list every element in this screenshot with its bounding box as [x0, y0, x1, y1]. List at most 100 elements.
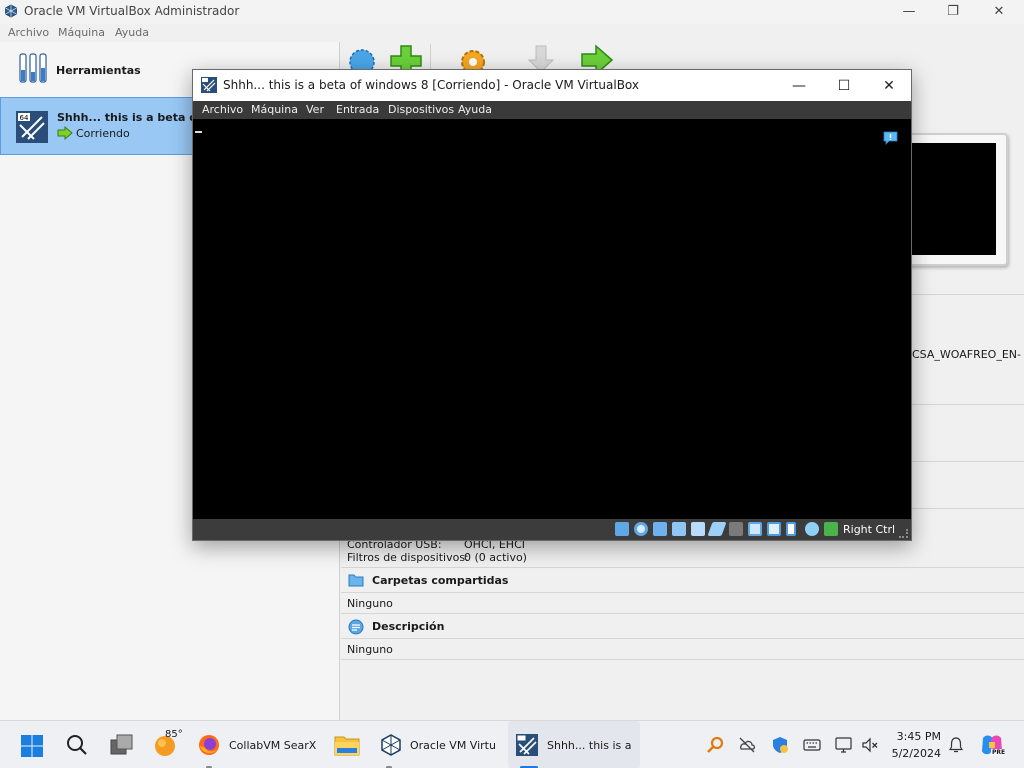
manager-minimize-button[interactable]: —	[886, 0, 932, 22]
start-button[interactable]	[10, 721, 54, 768]
shared-folder-status-icon[interactable]	[729, 522, 743, 536]
weather-widget[interactable]: 85°	[148, 721, 192, 768]
vm-statusbar: Right Ctrl	[193, 519, 911, 540]
shared-folders-value: Ninguno	[347, 597, 393, 610]
firefox-icon	[199, 735, 219, 755]
details-separator	[912, 404, 1024, 405]
details-partial-text: CSA_WOAFREO_EN-	[912, 348, 1021, 361]
hard-disk-icon[interactable]	[615, 522, 629, 536]
taskbar: 85° CollabVM SearX Oracle VM Virtu Shhh.…	[0, 720, 1024, 768]
usb-icon[interactable]	[707, 522, 727, 536]
vm-menu-ver[interactable]: Ver	[306, 103, 324, 116]
keyboard-icon[interactable]	[803, 736, 821, 754]
taskbar-app-label: CollabVM SearX	[229, 739, 316, 752]
description-value: Ninguno	[347, 643, 393, 656]
speaker-muted-icon[interactable]	[861, 736, 879, 754]
vm-titlebar[interactable]: Shhh... this is a beta of windows 8 [Cor…	[193, 70, 911, 101]
manager-menu-maquina[interactable]: Máquina	[58, 26, 105, 39]
notification-bell-icon[interactable]	[947, 736, 965, 754]
manager-title: Oracle VM VirtualBox Administrador	[24, 4, 240, 18]
maximize-icon: ☐	[837, 77, 851, 94]
manager-close-button[interactable]: ✕	[976, 0, 1022, 22]
vm-display[interactable]	[193, 119, 911, 519]
security-shield-icon[interactable]	[771, 736, 789, 754]
close-icon: ✕	[883, 77, 895, 94]
shared-folder-icon	[348, 574, 364, 587]
clock-time[interactable]: 3:45 PM	[885, 730, 941, 743]
floppy-icon[interactable]	[653, 522, 667, 536]
taskbar-app-explorer[interactable]	[330, 721, 376, 768]
vm-menu-dispositivos[interactable]: Dispositivos	[388, 103, 454, 116]
taskbar-app-firefox[interactable]: CollabVM SearX	[194, 721, 322, 768]
manager-menu-ayuda[interactable]: Ayuda	[115, 26, 149, 39]
details-separator	[912, 294, 1024, 295]
description-icon	[348, 619, 364, 635]
vm-state: Corriendo	[76, 127, 130, 140]
display-tray-icon[interactable]	[835, 736, 853, 754]
vm-menu-entrada[interactable]: Entrada	[336, 103, 379, 116]
virtualbox-app-icon	[5, 4, 17, 18]
details-separator	[341, 638, 1024, 639]
manager-menu-archivo[interactable]: Archivo	[8, 26, 49, 39]
windows-logo-icon	[21, 735, 43, 757]
shared-folders-title[interactable]: Carpetas compartidas	[372, 574, 508, 587]
taskbar-app-virtualbox-manager[interactable]: Oracle VM Virtu	[376, 721, 504, 768]
search-tray-icon[interactable]	[707, 736, 725, 754]
details-separator	[912, 508, 1024, 509]
tools-label: Herramientas	[56, 64, 141, 77]
usb-filters-label: Filtros de dispositivos:	[347, 551, 469, 564]
copilot-button[interactable]: PRE	[976, 721, 1010, 768]
vm-close-button[interactable]: ✕	[866, 70, 912, 101]
host-key-label: Right Ctrl	[843, 523, 896, 536]
resize-grip-icon[interactable]	[899, 529, 908, 538]
manager-menubar: Archivo Máquina Ayuda	[0, 24, 1024, 42]
text-cursor	[195, 131, 202, 133]
details-separator	[912, 461, 1024, 462]
toolbar-separator	[430, 44, 431, 70]
mouse-integration-icon[interactable]	[805, 522, 819, 536]
manager-restore-button[interactable]: ❐	[930, 0, 976, 22]
network-icon[interactable]	[691, 522, 705, 536]
search-icon	[67, 735, 87, 755]
taskbar-app-label: Shhh... this is a l	[547, 739, 634, 752]
vm-preview-screen	[908, 143, 996, 255]
restore-icon: ❐	[947, 3, 959, 19]
vm-minimize-button[interactable]: —	[776, 70, 822, 101]
details-separator	[341, 613, 1024, 614]
close-icon: ✕	[993, 3, 1005, 19]
minimize-icon: —	[902, 3, 916, 19]
vm-menu-ayuda[interactable]: Ayuda	[458, 103, 492, 116]
vm-window-title: Shhh... this is a beta of windows 8 [Cor…	[223, 78, 640, 92]
taskbar-app-label: Oracle VM Virtu	[410, 739, 496, 752]
recording-icon[interactable]	[767, 522, 781, 536]
clock-date[interactable]: 5/2/2024	[885, 747, 941, 760]
copilot-badge: PRE	[991, 749, 1007, 756]
vm-maximize-button[interactable]: ☐	[821, 70, 867, 101]
details-separator	[341, 659, 1024, 660]
vm-menubar: Archivo Máquina Ver Entrada Dispositivos…	[193, 101, 911, 119]
windows-8-64bit-icon: 64	[16, 111, 48, 143]
display-icon[interactable]	[748, 522, 762, 536]
running-arrow-icon	[57, 126, 73, 140]
vm-menu-maquina[interactable]: Máquina	[251, 103, 298, 116]
vm-window: Shhh... this is a beta of windows 8 [Cor…	[192, 69, 912, 541]
weather-temperature: 85°	[165, 729, 183, 740]
onedrive-offline-icon[interactable]	[738, 736, 756, 754]
optical-drive-icon[interactable]	[634, 522, 648, 536]
details-separator	[341, 592, 1024, 593]
description-title[interactable]: Descripción	[372, 620, 444, 633]
notification-icon[interactable]	[883, 131, 898, 146]
minimize-icon: —	[792, 77, 806, 94]
svg-text:64: 64	[20, 114, 29, 122]
search-button[interactable]	[56, 721, 100, 768]
manager-titlebar[interactable]: Oracle VM VirtualBox Administrador — ❐ ✕	[0, 0, 1024, 24]
task-view-icon	[110, 734, 133, 755]
keyboard-capture-icon[interactable]	[824, 522, 838, 536]
task-view-button[interactable]	[100, 721, 144, 768]
tools-icon	[19, 53, 47, 83]
audio-icon[interactable]	[672, 522, 686, 536]
virtualization-icon[interactable]	[786, 522, 796, 536]
taskbar-app-vm-window[interactable]: Shhh... this is a l	[508, 721, 640, 768]
vm-window-icon	[516, 734, 538, 756]
vm-menu-archivo[interactable]: Archivo	[202, 103, 243, 116]
